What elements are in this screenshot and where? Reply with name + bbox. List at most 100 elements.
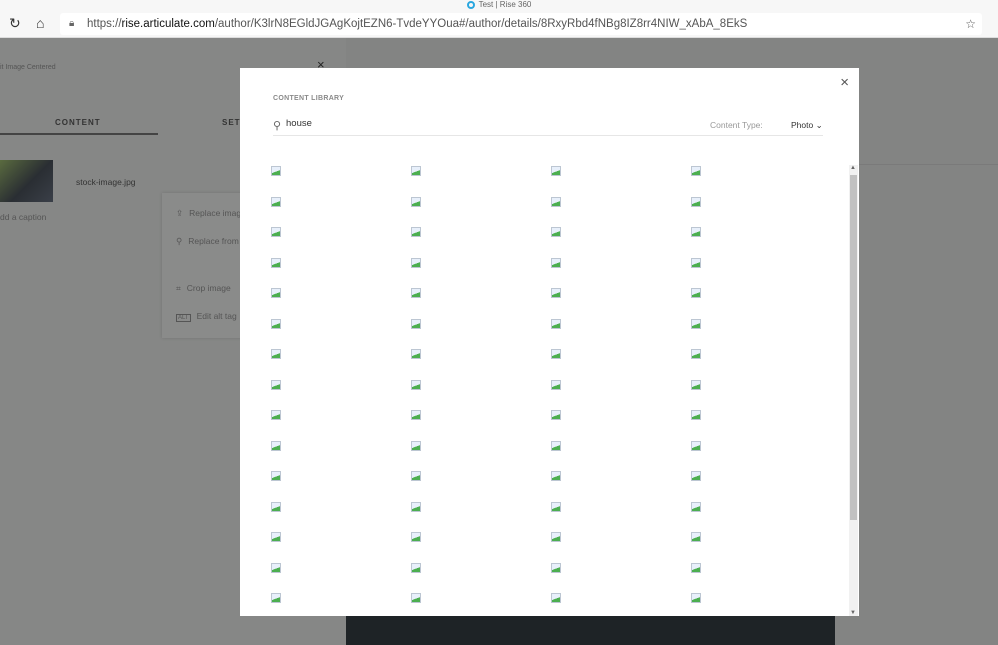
- image-result[interactable]: [691, 501, 701, 512]
- image-result[interactable]: [271, 532, 281, 542]
- image-result[interactable]: [551, 379, 561, 390]
- image-result[interactable]: [411, 227, 421, 237]
- tab-title: Test | Rise 360: [478, 0, 532, 9]
- image-result[interactable]: [551, 532, 561, 542]
- browser-toolbar: ↻ ⌂ 🔒︎ https://rise.articulate.com/autho…: [0, 10, 998, 38]
- image-result[interactable]: [551, 410, 561, 420]
- image-result[interactable]: [691, 410, 701, 420]
- image-result[interactable]: [691, 532, 701, 542]
- image-result[interactable]: [411, 196, 421, 207]
- menu-replace-from-library[interactable]: ⚲ Replace from: [176, 236, 245, 247]
- image-result[interactable]: [551, 318, 561, 329]
- upload-icon: ⇪: [176, 208, 184, 218]
- active-tab-indicator: [0, 133, 158, 135]
- image-result[interactable]: [551, 562, 561, 573]
- image-result[interactable]: [271, 227, 281, 237]
- menu-label: Edit alt tag: [196, 311, 237, 321]
- image-result[interactable]: [411, 562, 421, 573]
- image-result[interactable]: [691, 593, 701, 603]
- image-result[interactable]: [691, 379, 701, 390]
- search-bar: ⚲ Content Type: Photo ⌄: [273, 117, 823, 136]
- image-result[interactable]: [271, 562, 281, 573]
- crop-icon: ⌗: [176, 283, 181, 293]
- image-results-grid: [240, 163, 848, 616]
- menu-replace-image[interactable]: ⇪ Replace imag: [176, 208, 247, 219]
- caption-input[interactable]: dd a caption: [0, 212, 46, 222]
- file-name: stock-image.jpg: [76, 177, 136, 187]
- image-result[interactable]: [551, 166, 561, 176]
- scroll-up-icon[interactable]: ▲: [850, 165, 856, 171]
- home-icon[interactable]: ⌂: [36, 15, 44, 31]
- image-result[interactable]: [411, 532, 421, 542]
- tab-content[interactable]: CONTENT: [55, 118, 101, 127]
- image-result[interactable]: [691, 257, 701, 268]
- image-result[interactable]: [411, 349, 421, 359]
- menu-label: Crop image: [186, 283, 231, 293]
- menu-edit-alt-tag[interactable]: ALT Edit alt tag: [176, 311, 243, 322]
- image-result[interactable]: [271, 410, 281, 420]
- image-result[interactable]: [271, 166, 281, 176]
- image-result[interactable]: [691, 196, 701, 207]
- image-result[interactable]: [271, 501, 281, 512]
- image-result[interactable]: [411, 440, 421, 451]
- image-result[interactable]: [691, 318, 701, 329]
- image-result[interactable]: [551, 227, 561, 237]
- image-result[interactable]: [271, 471, 281, 481]
- image-result[interactable]: [411, 288, 421, 298]
- image-result[interactable]: [411, 593, 421, 603]
- favorite-icon[interactable]: ☆: [965, 13, 976, 35]
- menu-label: Replace from: [188, 236, 239, 246]
- image-result[interactable]: [691, 562, 701, 573]
- content-library-modal: × CONTENT LIBRARY ⚲ Content Type: Photo …: [240, 68, 859, 616]
- image-result[interactable]: [691, 440, 701, 451]
- image-result[interactable]: [271, 257, 281, 268]
- image-result[interactable]: [691, 349, 701, 359]
- image-result[interactable]: [691, 288, 701, 298]
- address-bar[interactable]: 🔒︎ https://rise.articulate.com/author/K3…: [60, 13, 982, 35]
- image-result[interactable]: [271, 196, 281, 207]
- search-input[interactable]: [286, 118, 586, 129]
- image-result[interactable]: [691, 166, 701, 176]
- url-scheme: https://: [87, 18, 122, 30]
- menu-crop-image[interactable]: ⌗ Crop image: [176, 283, 237, 294]
- reload-icon[interactable]: ↻: [9, 15, 21, 32]
- image-result[interactable]: [551, 349, 561, 359]
- rise-logo-icon: [466, 0, 475, 9]
- browser-tab[interactable]: Test | Rise 360: [0, 0, 998, 10]
- search-icon: ⚲: [273, 120, 282, 132]
- image-result[interactable]: [691, 471, 701, 481]
- block-title: it Image Centered: [0, 64, 56, 71]
- image-result[interactable]: [551, 440, 561, 451]
- image-result[interactable]: [551, 257, 561, 268]
- image-result[interactable]: [271, 379, 281, 390]
- image-result[interactable]: [271, 318, 281, 329]
- scrollbar-thumb[interactable]: [850, 175, 857, 520]
- image-result[interactable]: [411, 257, 421, 268]
- image-result[interactable]: [411, 166, 421, 176]
- image-result[interactable]: [271, 288, 281, 298]
- image-result[interactable]: [411, 501, 421, 512]
- content-type-value: Photo: [791, 120, 814, 130]
- image-result[interactable]: [551, 288, 561, 298]
- image-result[interactable]: [411, 318, 421, 329]
- menu-label: Replace imag: [189, 208, 242, 218]
- image-result[interactable]: [271, 349, 281, 359]
- image-result[interactable]: [411, 379, 421, 390]
- scrollbar[interactable]: ▲ ▼: [849, 165, 858, 616]
- image-result[interactable]: [411, 471, 421, 481]
- image-result[interactable]: [691, 227, 701, 237]
- image-result[interactable]: [551, 593, 561, 603]
- image-result[interactable]: [551, 501, 561, 512]
- scroll-down-icon[interactable]: ▼: [850, 610, 856, 616]
- image-result[interactable]: [411, 410, 421, 420]
- close-icon[interactable]: ×: [840, 74, 849, 91]
- image-thumbnail[interactable]: [0, 160, 53, 202]
- search-icon: ⚲: [176, 236, 183, 246]
- image-result[interactable]: [551, 471, 561, 481]
- image-result[interactable]: [271, 440, 281, 451]
- chevron-down-icon: ⌄: [815, 120, 823, 130]
- image-result[interactable]: [551, 196, 561, 207]
- image-result[interactable]: [271, 593, 281, 603]
- content-type-select[interactable]: Photo ⌄: [791, 120, 823, 131]
- modal-title: CONTENT LIBRARY: [273, 95, 345, 102]
